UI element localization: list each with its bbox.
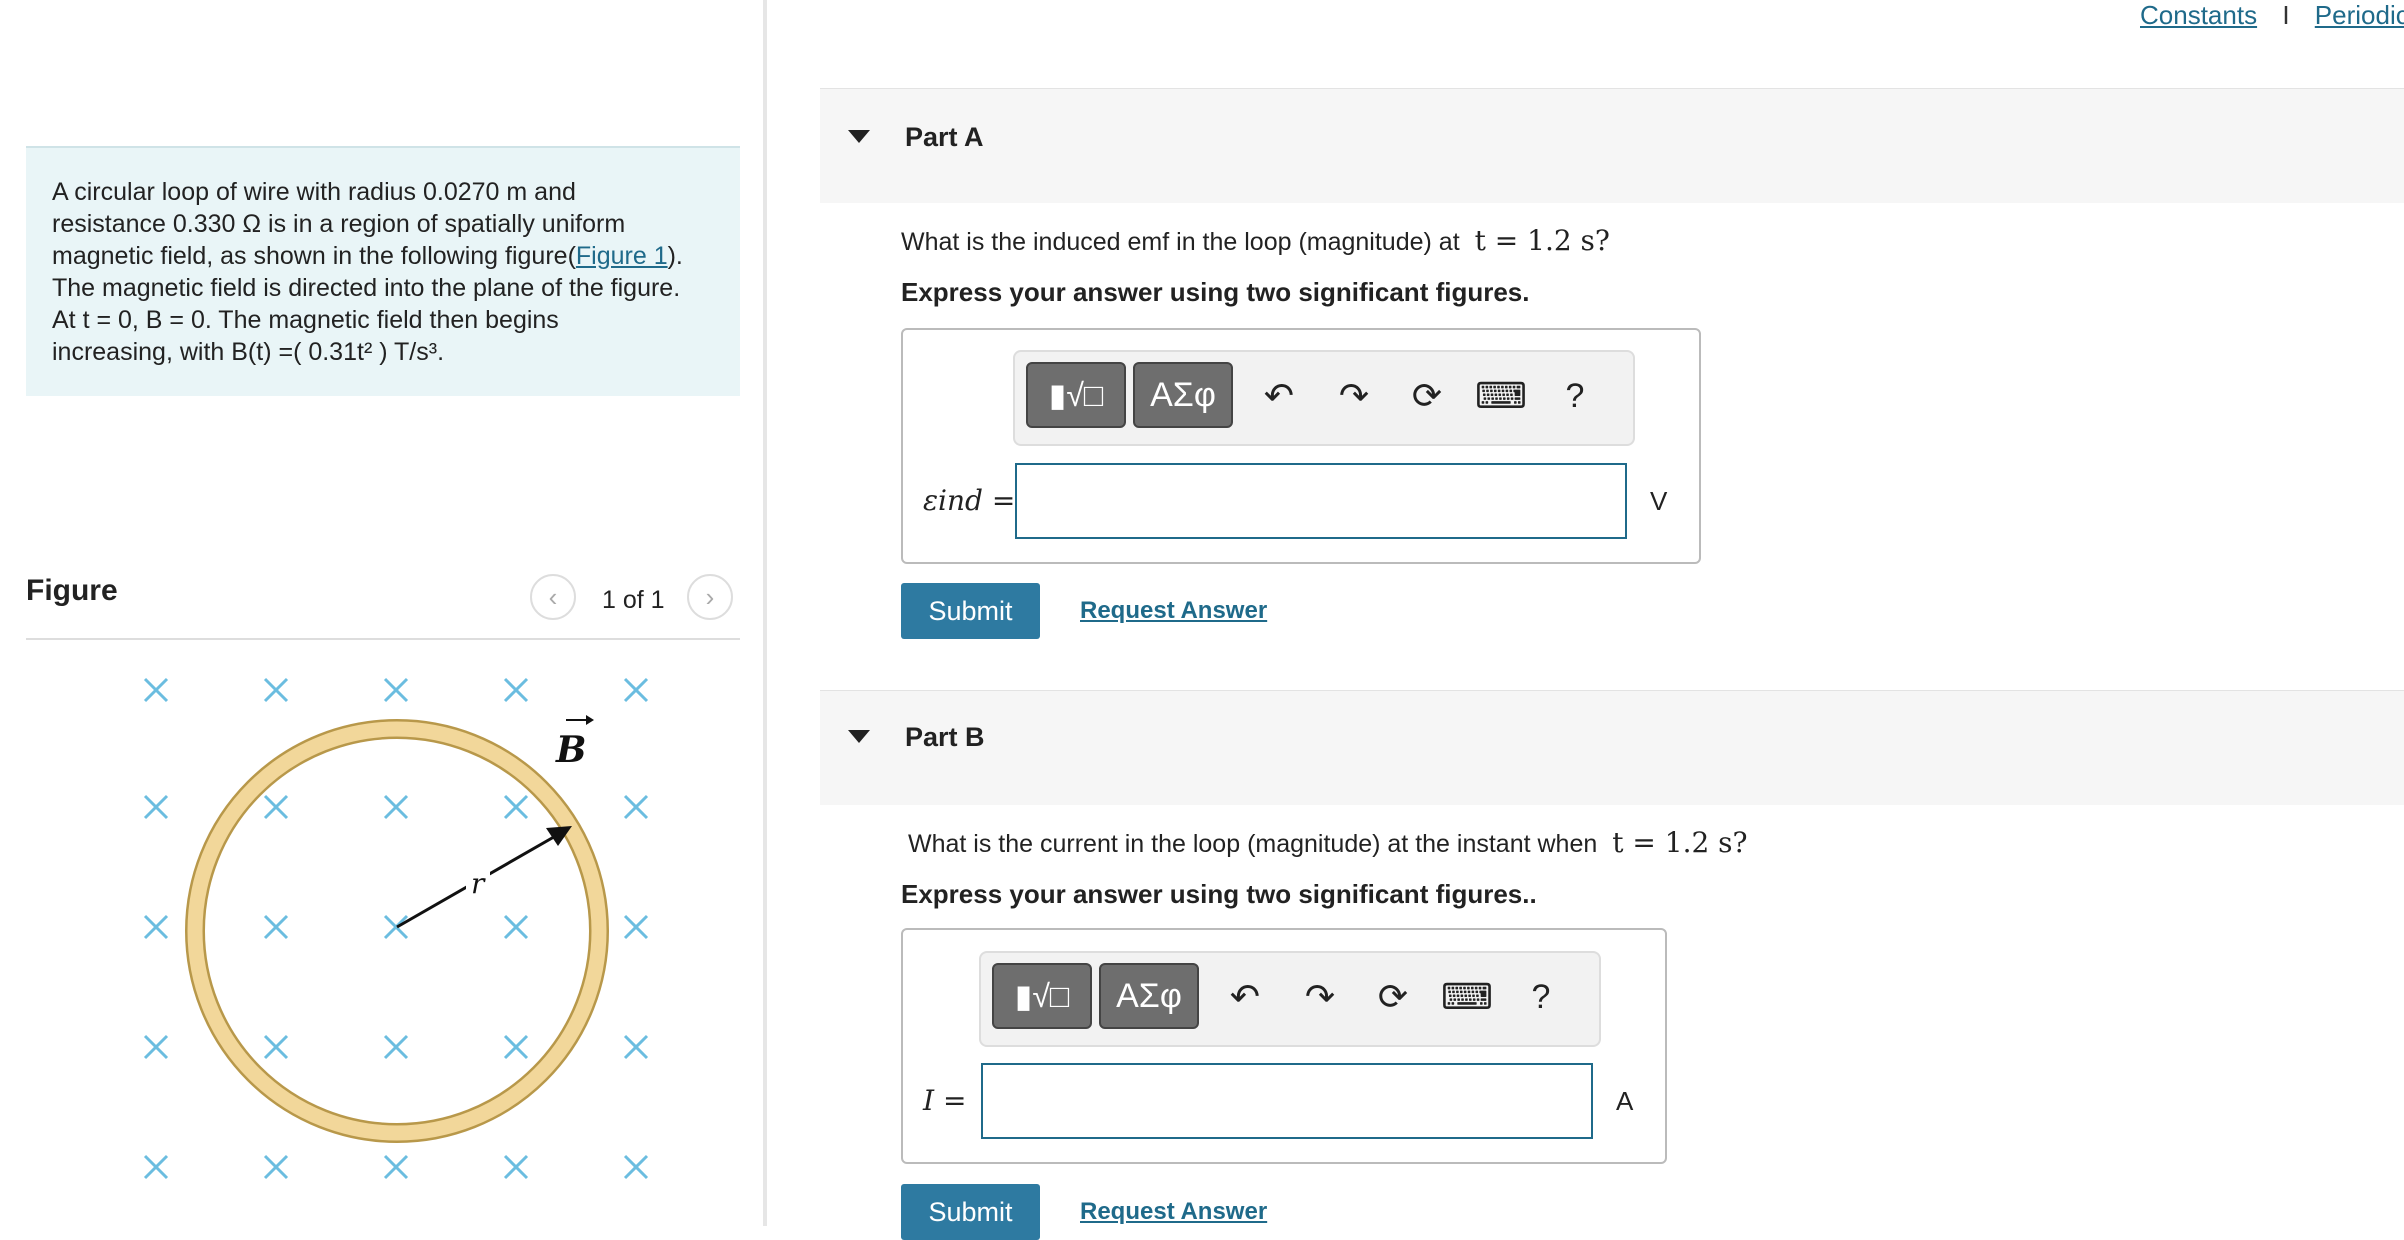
greek-symbols-button[interactable]: ΑΣφ <box>1099 963 1199 1029</box>
field-cross-icon <box>263 794 289 820</box>
part-b-answer-input[interactable] <box>981 1063 1593 1139</box>
math-templates-button[interactable]: ▮√□ <box>1026 362 1126 428</box>
reset-icon[interactable]: ⟳ <box>1367 971 1419 1023</box>
math-templates-icon: ▮√□ <box>1048 377 1104 413</box>
problem-line-3-end: ). <box>667 242 683 270</box>
greek-symbols-button[interactable]: ΑΣφ <box>1133 362 1233 428</box>
top-links: Constants I Periodic <box>2140 0 2404 31</box>
part-b-toolbar: ▮√□ ΑΣφ ↶ ↷ ⟳ ⌨ ? <box>979 951 1601 1047</box>
collapse-part-a-icon[interactable] <box>848 130 870 143</box>
prev-figure-button[interactable]: ‹ <box>530 574 576 620</box>
chevron-right-icon: › <box>705 581 715 612</box>
collapse-part-b-icon[interactable] <box>848 730 870 743</box>
field-cross-icon <box>503 914 529 940</box>
field-cross-icon <box>143 914 169 940</box>
part-b-header[interactable] <box>820 690 2404 805</box>
part-a-question-text: What is the induced emf in the loop (mag… <box>901 228 1460 256</box>
math-templates-icon: ▮√□ <box>1014 978 1070 1014</box>
field-cross-icon <box>143 794 169 820</box>
part-b-request-answer-link[interactable]: Request Answer <box>1080 1198 1267 1226</box>
part-b-instructions: Express your answer using two significan… <box>901 879 1537 909</box>
figure-divider <box>26 638 740 640</box>
field-cross-icon <box>503 1034 529 1060</box>
field-cross-icon <box>623 1034 649 1060</box>
field-cross-icon <box>623 914 649 940</box>
field-cross-icon <box>263 914 289 940</box>
part-a-title: Part A <box>905 122 984 152</box>
field-cross-icon <box>263 1034 289 1060</box>
field-cross-icon <box>623 1154 649 1180</box>
part-a-question: What is the induced emf in the loop (mag… <box>901 224 1610 257</box>
field-cross-icon <box>143 677 169 703</box>
radius-label: r <box>471 867 486 900</box>
part-b-unit: A <box>1616 1086 1634 1116</box>
undo-icon[interactable]: ↶ <box>1253 370 1305 422</box>
field-cross-icon <box>383 1154 409 1180</box>
pane-divider[interactable] <box>763 0 767 1226</box>
field-cross-icon <box>383 914 409 940</box>
field-cross-icon <box>623 794 649 820</box>
figure-link[interactable]: Figure 1 <box>576 242 668 270</box>
part-a-header[interactable] <box>820 88 2404 203</box>
part-a-unit: V <box>1650 486 1668 516</box>
part-a-variable-label: εind = <box>923 484 1016 517</box>
problem-line-5: At t = 0, B = 0. The magnetic field then… <box>52 306 559 334</box>
field-vector-arrowhead <box>586 715 594 725</box>
field-label: B <box>555 729 586 771</box>
figure-counter: 1 of 1 <box>602 586 665 614</box>
field-cross-icon <box>143 1154 169 1180</box>
field-cross-icon <box>503 677 529 703</box>
problem-line-6: increasing, with B(t) =( 0.31t² ) T/s³. <box>52 338 445 366</box>
constants-link[interactable]: Constants <box>2140 0 2257 30</box>
part-a-submit-button[interactable]: Submit <box>901 583 1040 639</box>
problem-statement: A circular loop of wire with radius 0.02… <box>26 146 740 396</box>
keyboard-icon[interactable]: ⌨ <box>1475 370 1527 422</box>
part-b-title: Part B <box>905 722 985 752</box>
field-cross-icon <box>263 1154 289 1180</box>
redo-icon[interactable]: ↷ <box>1328 370 1380 422</box>
next-figure-button[interactable]: › <box>687 574 733 620</box>
problem-line-1: A circular loop of wire with radius 0.02… <box>52 178 576 206</box>
redo-icon[interactable]: ↷ <box>1294 971 1346 1023</box>
field-cross-icon <box>263 677 289 703</box>
help-button[interactable]: ? <box>1549 370 1601 422</box>
part-b-question: What is the current in the loop (magnitu… <box>908 826 1748 859</box>
problem-line-4: The magnetic field is directed into the … <box>52 274 681 302</box>
part-a-instructions: Express your answer using two significan… <box>901 277 1530 307</box>
reset-icon[interactable]: ⟳ <box>1401 370 1453 422</box>
part-b-question-math: t = 1.2 s? <box>1612 826 1748 859</box>
undo-icon[interactable]: ↶ <box>1219 971 1271 1023</box>
field-cross-icon <box>383 794 409 820</box>
help-button[interactable]: ? <box>1515 971 1567 1023</box>
field-cross-icon <box>623 677 649 703</box>
chevron-left-icon: ‹ <box>548 581 558 612</box>
part-b-variable-label: I = <box>923 1084 967 1117</box>
field-cross-icon <box>383 1034 409 1060</box>
part-a-request-answer-link[interactable]: Request Answer <box>1080 597 1267 625</box>
keyboard-icon[interactable]: ⌨ <box>1441 971 1493 1023</box>
field-cross-icon <box>503 1154 529 1180</box>
field-cross-icon <box>383 677 409 703</box>
field-cross-icon <box>143 1034 169 1060</box>
problem-line-3-text: magnetic field, as shown in the followin… <box>52 242 576 270</box>
part-b-submit-button[interactable]: Submit <box>901 1184 1040 1240</box>
field-cross-icon <box>503 794 529 820</box>
figure-title: Figure <box>26 574 118 607</box>
part-a-question-math: t = 1.2 s? <box>1474 224 1610 257</box>
problem-line-3: magnetic field, as shown in the followin… <box>52 240 714 272</box>
part-a-answer-input[interactable] <box>1015 463 1627 539</box>
math-templates-button[interactable]: ▮√□ <box>992 963 1092 1029</box>
figure-image: r B <box>143 677 649 1180</box>
link-separator: I <box>2282 0 2290 30</box>
part-b-question-text: What is the current in the loop (magnitu… <box>908 830 1598 858</box>
part-a-toolbar: ▮√□ ΑΣφ ↶ ↷ ⟳ ⌨ ? <box>1013 350 1635 446</box>
periodic-link[interactable]: Periodic <box>2315 0 2404 30</box>
loop-ring <box>187 721 607 1141</box>
problem-line-2: resistance 0.330 Ω is in a region of spa… <box>52 210 626 238</box>
